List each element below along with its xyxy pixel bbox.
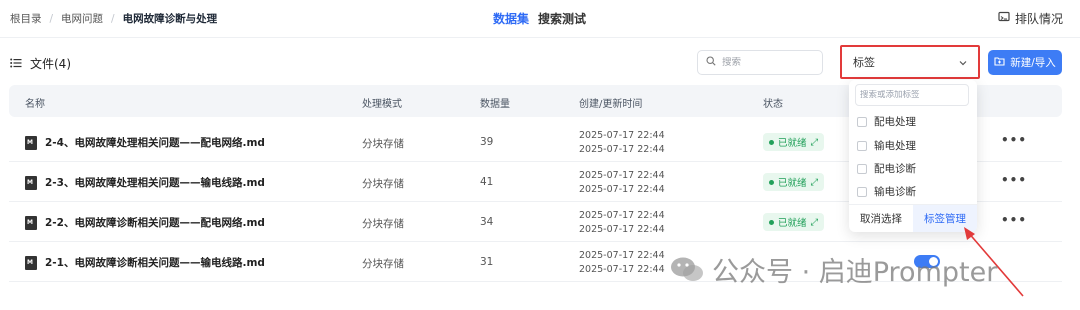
data-count: 31 bbox=[480, 256, 494, 268]
search-icon bbox=[706, 56, 716, 69]
tag-option-label: 配电诊断 bbox=[874, 163, 916, 175]
tag-select-value: 标签 bbox=[853, 56, 875, 69]
process-mode: 分块存储 bbox=[362, 178, 404, 190]
markdown-file-icon bbox=[25, 135, 37, 150]
timestamps: 2025-07-17 22:44 2025-07-17 22:44 bbox=[579, 249, 665, 277]
more-icon[interactable]: ••• bbox=[1001, 173, 1027, 187]
list-icon bbox=[10, 57, 22, 71]
breadcrumb-parent[interactable]: 电网问题 bbox=[61, 11, 103, 26]
tag-select[interactable]: 标签 bbox=[847, 51, 973, 73]
timestamps: 2025-07-17 22:44 2025-07-17 22:44 bbox=[579, 169, 665, 197]
search-box[interactable] bbox=[697, 50, 823, 75]
header-name: 名称 bbox=[25, 99, 45, 110]
top-nav: 数据集 搜索测试 bbox=[493, 10, 586, 27]
tag-option[interactable]: 输电诊断 bbox=[857, 184, 916, 199]
watermark-text: 公众号 · 启迪Prompter bbox=[712, 257, 998, 288]
file-name: 2-2、电网故障诊断相关问题——配电网络.md bbox=[25, 215, 265, 230]
new-import-label: 新建/导入 bbox=[1010, 57, 1056, 69]
file-name-text: 2-1、电网故障诊断相关问题——输电线路.md bbox=[45, 257, 265, 269]
header-status: 状态 bbox=[763, 99, 783, 110]
header-mode: 处理模式 bbox=[362, 99, 402, 110]
breadcrumb-root[interactable]: 根目录 bbox=[10, 11, 42, 26]
updated-time: 2025-07-17 22:44 bbox=[579, 224, 665, 235]
markdown-file-icon bbox=[25, 255, 37, 270]
data-count: 34 bbox=[480, 216, 494, 228]
status-badge: 已就绪 ⤢ bbox=[763, 213, 825, 231]
tab-dataset[interactable]: 数据集 bbox=[493, 10, 529, 27]
queue-icon bbox=[998, 11, 1010, 26]
created-time: 2025-07-17 22:44 bbox=[579, 170, 665, 181]
status-text: 已就绪 bbox=[778, 138, 807, 149]
process-mode: 分块存储 bbox=[362, 258, 404, 270]
markdown-file-icon bbox=[25, 215, 37, 230]
timestamps: 2025-07-17 22:44 2025-07-17 22:44 bbox=[579, 209, 665, 237]
created-time: 2025-07-17 22:44 bbox=[579, 130, 665, 141]
created-time: 2025-07-17 22:44 bbox=[579, 250, 665, 261]
breadcrumb: 根目录 / 电网问题 / 电网故障诊断与处理 bbox=[10, 11, 217, 26]
updated-time: 2025-07-17 22:44 bbox=[579, 184, 665, 195]
updated-time: 2025-07-17 22:44 bbox=[579, 264, 665, 275]
header-count: 数据量 bbox=[480, 99, 510, 110]
file-name: 2-4、电网故障处理相关问题——配电网络.md bbox=[25, 135, 265, 150]
queue-label: 排队情况 bbox=[1014, 12, 1063, 26]
status-dot-icon bbox=[769, 219, 774, 225]
wechat-logo-icon bbox=[670, 256, 704, 284]
queue-button[interactable]: 排队情况 bbox=[998, 10, 1063, 27]
tag-option-label: 输电处理 bbox=[874, 140, 916, 152]
chevron-down-icon bbox=[959, 56, 967, 69]
watermark: 公众号 · 启迪Prompter bbox=[670, 250, 997, 289]
status-text: 已就绪 bbox=[778, 178, 807, 189]
file-name: 2-3、电网故障处理相关问题——输电线路.md bbox=[25, 175, 265, 190]
file-name: 2-1、电网故障诊断相关问题——输电线路.md bbox=[25, 255, 265, 270]
file-name-text: 2-2、电网故障诊断相关问题——配电网络.md bbox=[45, 217, 265, 229]
status-dot-icon bbox=[769, 179, 774, 185]
process-mode: 分块存储 bbox=[362, 138, 404, 150]
tag-select-highlight: 标签 bbox=[840, 45, 980, 79]
file-name-text: 2-3、电网故障处理相关问题——输电线路.md bbox=[45, 177, 265, 189]
checkbox[interactable] bbox=[857, 140, 867, 151]
timestamps: 2025-07-17 22:44 2025-07-17 22:44 bbox=[579, 129, 665, 157]
more-icon[interactable]: ••• bbox=[1001, 133, 1027, 147]
breadcrumb-separator: / bbox=[111, 12, 115, 25]
process-mode: 分块存储 bbox=[362, 218, 404, 230]
tab-search-test[interactable]: 搜索测试 bbox=[538, 10, 586, 27]
cancel-selection-button[interactable]: 取消选择 bbox=[849, 205, 913, 232]
files-header: 文件(4) bbox=[10, 55, 71, 72]
tag-search-box[interactable] bbox=[855, 84, 969, 106]
breadcrumb-current: 电网故障诊断与处理 bbox=[122, 13, 218, 25]
breadcrumb-separator: / bbox=[49, 12, 54, 25]
folder-plus-icon bbox=[994, 56, 1005, 69]
tag-option-label: 配电处理 bbox=[874, 116, 916, 128]
tag-option[interactable]: 配电处理 bbox=[857, 114, 916, 129]
search-input[interactable] bbox=[722, 57, 812, 68]
status-text: 已就绪 bbox=[778, 218, 807, 229]
created-time: 2025-07-17 22:44 bbox=[579, 210, 665, 221]
checkbox[interactable] bbox=[857, 186, 867, 197]
header-time: 创建/更新时间 bbox=[579, 99, 643, 110]
files-title: 文件(4) bbox=[30, 57, 71, 71]
markdown-file-icon bbox=[25, 175, 37, 190]
new-import-button[interactable]: 新建/导入 bbox=[988, 50, 1062, 75]
tag-option[interactable]: 输电处理 bbox=[857, 138, 916, 153]
top-bar: 根目录 / 电网问题 / 电网故障诊断与处理 数据集 搜索测试 排队情况 bbox=[0, 0, 1080, 38]
updated-time: 2025-07-17 22:44 bbox=[579, 144, 665, 155]
checkbox[interactable] bbox=[857, 163, 867, 174]
file-name-text: 2-4、电网故障处理相关问题——配电网络.md bbox=[45, 137, 265, 149]
expand-icon[interactable]: ⤢ bbox=[811, 137, 819, 148]
status-dot-icon bbox=[769, 139, 774, 145]
tag-option[interactable]: 配电诊断 bbox=[857, 161, 916, 176]
tag-option-label: 输电诊断 bbox=[874, 186, 916, 198]
expand-icon[interactable]: ⤢ bbox=[811, 177, 819, 188]
tag-search-input[interactable] bbox=[860, 90, 964, 100]
expand-icon[interactable]: ⤢ bbox=[811, 217, 819, 228]
status-badge: 已就绪 ⤢ bbox=[763, 173, 825, 191]
data-count: 41 bbox=[480, 176, 494, 188]
checkbox[interactable] bbox=[857, 116, 867, 127]
tag-dropdown: 配电处理 输电处理 配电诊断 输电诊断 取消选择 标签管理 bbox=[849, 80, 977, 232]
status-badge: 已就绪 ⤢ bbox=[763, 133, 825, 151]
data-count: 39 bbox=[480, 136, 494, 148]
